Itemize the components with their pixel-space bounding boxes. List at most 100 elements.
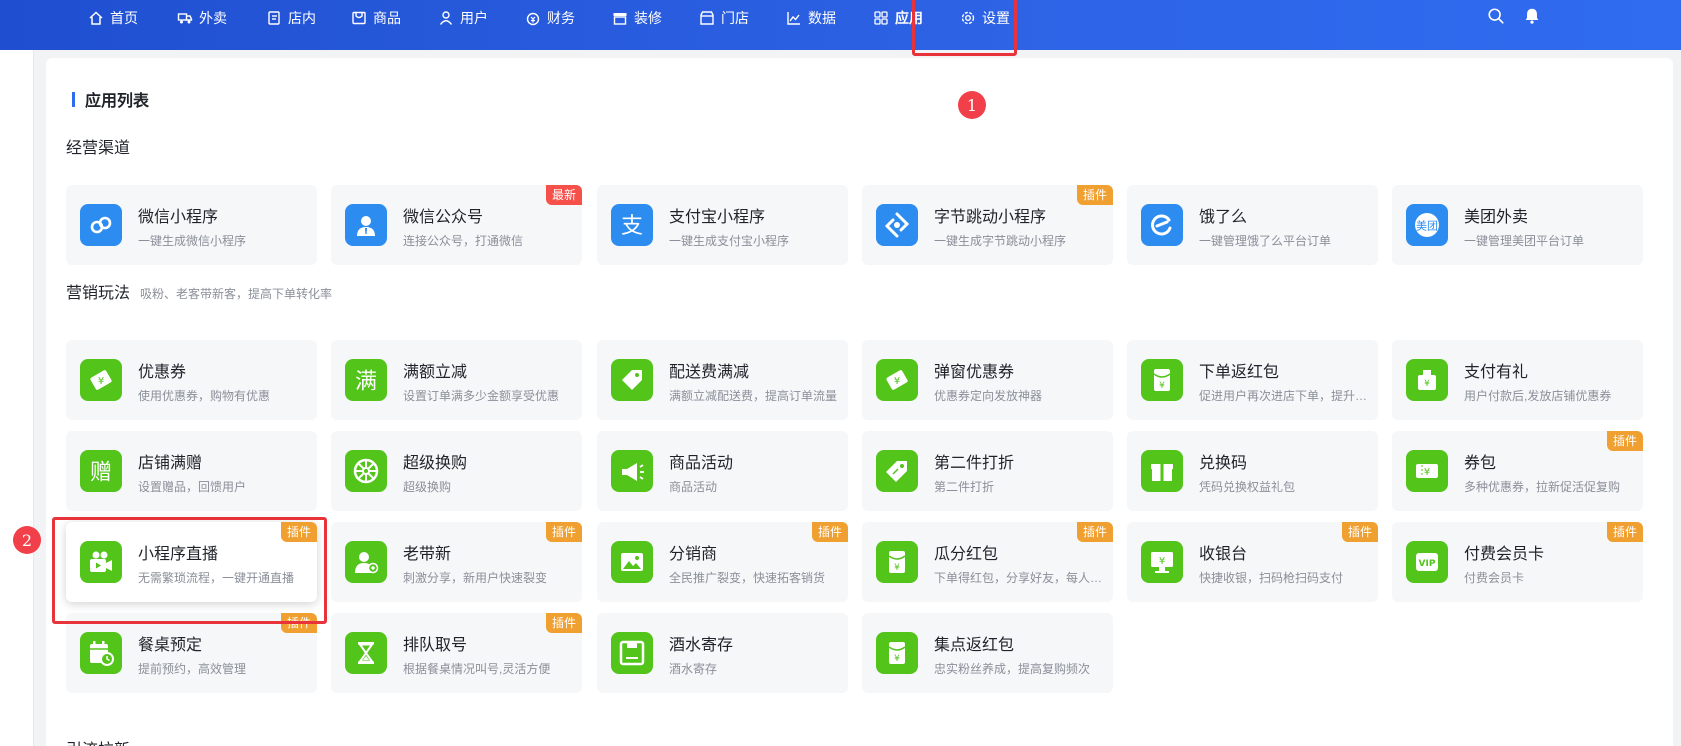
app-card-description: 快捷收银，扫码枪扫码支付 — [1199, 571, 1344, 585]
app-card[interactable]: 支 支付宝小程序 一键生成支付宝小程序 — [597, 185, 848, 265]
app-card-title: 超级换购 — [403, 455, 468, 472]
step-marker-1: 1 — [958, 91, 986, 119]
app-card[interactable]: ¥ 支付有礼 用户付款后,发放店铺优惠券 — [1392, 340, 1643, 420]
app-card-description: 一键管理美团平台订单 — [1464, 234, 1585, 248]
app-card-title: 兑换码 — [1199, 455, 1248, 472]
app-card[interactable]: 第二件打折 第二件打折 — [862, 431, 1113, 511]
nav-item-label: 商品 — [373, 10, 401, 26]
app-card-title: 饿了么 — [1199, 209, 1248, 226]
nav-item-label: 首页 — [110, 10, 138, 26]
app-card[interactable]: 微信小程序 一键生成微信小程序 — [66, 185, 317, 265]
app-card[interactable]: ¥ 集点返红包忠实粉丝养成，提高复购频次 — [862, 613, 1113, 693]
section-title-text: 经营渠道 — [66, 140, 131, 157]
app-card-title: 付费会员卡 — [1464, 546, 1545, 563]
app-card-description: 第二件打折 — [934, 480, 995, 494]
popup-coupon-icon: ¥ — [876, 359, 918, 401]
app-card-title: 字节跳动小程序 — [934, 209, 1047, 226]
storage-icon — [611, 632, 653, 674]
app-card-title: 商品活动 — [669, 455, 734, 472]
coupon-pack-icon: ¥ — [1406, 450, 1448, 492]
nav-item-8[interactable]: 数据 — [786, 0, 836, 36]
app-card-title: 店铺满赠 — [138, 455, 203, 472]
apps-icon — [873, 10, 889, 26]
app-card[interactable]: 酒水寄存 酒水寄存 — [597, 613, 848, 693]
bell-icon[interactable] — [1522, 6, 1542, 26]
app-card-title: 券包 — [1464, 455, 1497, 472]
search-icon[interactable] — [1486, 6, 1506, 26]
app-card-description: 设置赠品，回馈用户 — [138, 480, 247, 494]
app-card[interactable]: ¥ 弹窗优惠券 优惠券定向发放神器 — [862, 340, 1113, 420]
app-card[interactable]: 商品活动 商品活动 — [597, 431, 848, 511]
nav-item-6[interactable]: 装修 — [612, 0, 662, 36]
app-card-title: 配送费满减 — [669, 364, 750, 381]
page-title: 应用列表 — [72, 88, 149, 110]
app-card[interactable]: ¥ 下单返红包促进用户再次进店下单，提升复购率 — [1127, 340, 1378, 420]
app-card[interactable]: 超级换购 超级换购 — [331, 431, 582, 511]
app-card[interactable]: ¥ 收银台 快捷收银，扫码枪扫码支付 插件 — [1127, 522, 1378, 602]
title-accent-bar — [72, 91, 75, 107]
left-rail — [0, 50, 34, 746]
svg-text:¥: ¥ — [894, 376, 900, 387]
section-title-text: 营销玩法 — [66, 285, 131, 302]
app-card[interactable]: ¥ 券包 多种优惠券，拉新促活促复购 插件 — [1392, 431, 1643, 511]
invite-user-icon — [345, 541, 387, 583]
app-card[interactable]: 满 满额立减 设置订单满多少金额享受优惠 — [331, 340, 582, 420]
app-card-title: 瓜分红包 — [934, 546, 999, 563]
megaphone-icon — [611, 450, 653, 492]
app-card-title: 集点返红包 — [934, 637, 1015, 654]
alipay-icon: 支 — [611, 204, 653, 246]
app-card[interactable]: ¥ 瓜分红包下单得红包，分享好友，每人可得红包 插件 — [862, 522, 1113, 602]
app-card-title: 弹窗优惠券 — [934, 364, 1015, 381]
app-card[interactable]: 分销商 全民推广裂变，快速拓客销货 插件 — [597, 522, 848, 602]
app-card-description: 根据餐桌情况叫号,灵活方便 — [403, 662, 551, 676]
svg-text:¥: ¥ — [1424, 379, 1430, 389]
app-card[interactable]: 排队取号 根据餐桌情况叫号,灵活方便 插件 — [331, 613, 582, 693]
app-card-description: 促进用户再次进店下单，提升复购率 — [1199, 389, 1369, 403]
nav-item-label: 用户 — [460, 10, 488, 26]
app-card-description: 超级换购 — [403, 480, 452, 494]
app-card[interactable]: 微信公众号连接公众号，打通微信 最新 — [331, 185, 582, 265]
new-badge: 最新 — [545, 185, 582, 205]
app-card[interactable]: 字节跳动小程序 一键生成字节跳动小程序 插件 — [862, 185, 1113, 265]
app-card[interactable]: 老带新 刺激分享，新用户快速裂变 插件 — [331, 522, 582, 602]
app-card[interactable]: 美团 美团外卖 一键管理美团平台订单 — [1392, 185, 1643, 265]
svg-text:美团: 美团 — [1416, 220, 1438, 233]
app-card-description: 连接公众号，打通微信 — [403, 234, 524, 248]
app-card-title: 分销商 — [669, 546, 718, 563]
app-card[interactable]: 饿了么一键管理饿了么平台订单 — [1127, 185, 1378, 265]
dine-in-icon — [266, 10, 282, 26]
gift-box-icon — [1141, 450, 1183, 492]
image-icon — [611, 541, 653, 583]
nav-item-2[interactable]: 店内 — [266, 0, 316, 36]
app-card[interactable]: 赠 店铺满赠 设置赠品，回馈用户 — [66, 431, 317, 511]
app-card-description: 一键管理饿了么平台订单 — [1199, 234, 1332, 248]
wechat-official-account-icon — [345, 204, 387, 246]
red-packet-icon: ¥ — [876, 632, 918, 674]
app-card[interactable]: 兑换码 凭码兑换权益礼包 — [1127, 431, 1378, 511]
app-card-description: 酒水寄存 — [669, 662, 718, 676]
nav-item-0[interactable]: 首页 — [88, 0, 138, 36]
app-card[interactable]: 配送费满减 满额立减配送费，提高订单流量 — [597, 340, 848, 420]
nav-item-label: 店内 — [288, 10, 316, 26]
wheel-icon — [345, 450, 387, 492]
eleme-icon — [1141, 204, 1183, 246]
decoration-icon — [612, 10, 628, 26]
nav-item-1[interactable]: 外卖 — [177, 0, 227, 36]
app-card-description: 忠实粉丝养成，提高复购频次 — [934, 662, 1091, 676]
app-card-description: 全民推广裂变，快速拓客销货 — [669, 571, 826, 585]
app-card[interactable]: 餐桌预定 提前预约，高效管理 插件 — [66, 613, 317, 693]
app-card-title: 酒水寄存 — [669, 637, 734, 654]
calendar-clock-icon — [80, 632, 122, 674]
nav-item-3[interactable]: 商品 — [351, 0, 401, 36]
nav-item-7[interactable]: 门店 — [699, 0, 749, 36]
app-card-description: 多种优惠券，拉新促活促复购 — [1464, 480, 1621, 494]
app-card[interactable]: ¥ 优惠券 使用优惠券，购物有优惠 — [66, 340, 317, 420]
page-title-text: 应用列表 — [85, 93, 150, 110]
nav-item-5[interactable]: 财务 — [525, 0, 575, 36]
nav-item-4[interactable]: 用户 — [438, 0, 488, 36]
store-icon — [699, 10, 715, 26]
app-card-description: 付费会员卡 — [1464, 571, 1525, 585]
app-card[interactable]: VIP 付费会员卡 付费会员卡 插件 — [1392, 522, 1643, 602]
app-card-title: 微信公众号 — [403, 209, 484, 226]
app-card-title: 第二件打折 — [934, 455, 1015, 472]
